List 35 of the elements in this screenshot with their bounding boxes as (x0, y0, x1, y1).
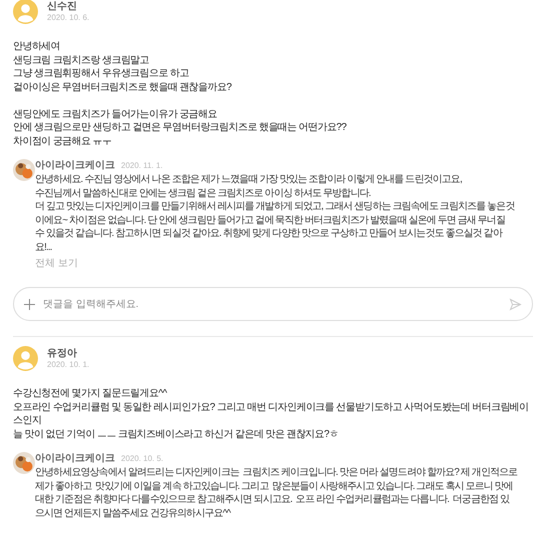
reply-text: 으시면 언제든지 말씀주세요 건강유의하시구요^^ (35, 506, 230, 520)
comment-date: 2020. 11. 1. (121, 160, 163, 172)
comment-text: 안에 생크림으로만 샌딩하고 겉면은 무염버터랑크림치즈로 했을때는 어떤가요?? (13, 121, 346, 134)
comment-text: 수강신청전에 몇가지 질문드릴게요^^ (13, 387, 167, 400)
comment-text: 스인지 (13, 414, 42, 428)
reply-text: 수진님께서 말씀하신대로 안에는 생크림 겉은 크림치즈로 아이싱 하셔도 무방합니다. (35, 186, 370, 200)
comment-date: 2020. 10. 5. (121, 453, 164, 465)
avatar-icon (13, 0, 38, 24)
comment-date: 2020. 10. 6. (47, 12, 90, 22)
author-name: 유정아 (47, 348, 78, 360)
reply-text: 대한 기준점은 취향마다 다를수있으므로 참고해주시면 되시고요. 오프 라인 수업커리큘럼과는 다릅니다. 더궁금한점 있 (35, 493, 510, 506)
author-name: 신수진 (47, 0, 78, 12)
reply-text: 안녕하세요. 수진님 영상에서 나온 조합은 제가 느꼈을때 가장 맛있는 조합이라 이렇게 안내를 드린것이고요, (35, 173, 462, 186)
reply-text: 안녕하세요영상속에서 알려드리는 디자인케이크는 크림치즈 케이크입니다. 맛은 머라 설명드려야 할까요? 제 개인적으로 (35, 466, 518, 480)
comment-text: 오프라인 수업커리큘럼 및 동일한 레시피인가요? 그리고 매번 디자인케이크를 선물받기도하고 사먹어도봤는데 버터크림베이 (13, 400, 529, 414)
comment-text: 늘 맛이 없던 기억이 ㅡㅡ 크림치즈베이스라고 하신거 같은데 맛은 괜찮지요?ㅎ (13, 428, 338, 441)
reply-text: 수 있을것 같습니다. 참고하시면 되실것 같아요. 취향에 맞게 다양한 맛으로 구상하고 만들어 보시는것도 좋으실것 같아 (35, 227, 502, 240)
reply-text: 이에요~ 차이점은 없습니다. 단 안에 생크림만 들어가고 겉에 묵직한 버터크림치즈가 발렸을때 실온에 두면 금새 무너질 (35, 214, 505, 227)
comment-text: 차이점이 궁금해요 ㅠㅜ (13, 134, 112, 148)
comment-text: 샌딩크림 크림치즈랑 생크림말고 (13, 54, 149, 67)
comment-text: 겉아이싱은 무염버터크림치즈로 했을때 괜찮을까요? (13, 80, 232, 94)
comment-text: 안녕하세여 (13, 40, 60, 54)
reply-text: 요!... (35, 240, 52, 254)
comment-field[interactable]: 댓글을 입력해주세요. (13, 287, 533, 321)
show-more-link[interactable]: 전체 보기 (35, 256, 78, 271)
plus-icon[interactable] (24, 298, 35, 310)
reply-text: 더 깊고 맛있는 디자인케이크를 만들기위해서 레시피를 개발하게 되었고, 그래서 샌딩하는 크림속에도 크림치즈를 놓은것 (35, 200, 514, 214)
reply-text: 제가 좋아하고 맛있기에 이일을 계속 하고있습니다. 그리고 많은분들이 사랑해주시고 있습니다. 그래도 혹시 모르니 맛에 (35, 480, 513, 493)
comment-text: 샌딩안에도 크림치즈가 들어가는이유가 궁금해요 (13, 108, 217, 121)
comment-text: 그냥 생크림휘핑해서 우유생크림으로 하고 (13, 67, 189, 80)
comment-input-field[interactable]: 댓글을 입력해주세요. (43, 296, 501, 312)
author-name: 아이라이크케이크 (35, 159, 115, 172)
author-name: 아이라이크케이크 (35, 452, 115, 465)
comment-date: 2020. 10. 1. (47, 360, 90, 370)
avatar-icon (13, 346, 38, 371)
